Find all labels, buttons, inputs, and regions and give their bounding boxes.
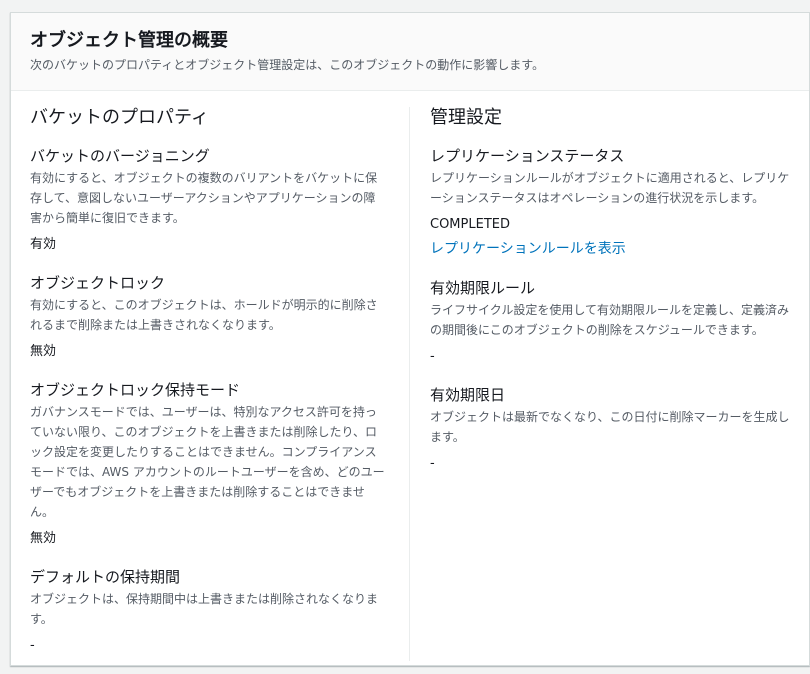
object-lock-value: 無効 xyxy=(30,344,57,359)
panel-header: オブジェクト管理の概要 次のバケットのプロパティとオブジェクト管理設定は、このオ… xyxy=(11,13,809,91)
expiration-date-label: 有効期限日 xyxy=(430,386,506,404)
management-settings-column: 管理設定 レプリケーションステータス レプリケーションルールがオブジェクトに適用… xyxy=(430,105,790,492)
object-lock-label: オブジェクトロック xyxy=(30,274,166,292)
replication-status-label: レプリケーションステータス xyxy=(430,147,625,165)
object-lock-retention-mode-property: オブジェクトロック保持モード ガバナンスモードでは、ユーザーは、特別なアクセス許… xyxy=(30,380,385,549)
object-lock-retention-mode-value: 無効 xyxy=(30,531,57,546)
object-lock-property: オブジェクトロック 有効にすると、このオブジェクトは、ホールドが明示的に削除され… xyxy=(30,273,385,362)
object-lock-retention-mode-label: オブジェクトロック保持モード xyxy=(30,381,241,399)
bucket-versioning-value: 有効 xyxy=(30,237,57,252)
object-lock-description: 有効にすると、このオブジェクトは、ホールドが明示的に削除されるまで削除または上書… xyxy=(30,298,378,332)
expiration-date-value: - xyxy=(430,456,435,471)
expiration-date-description: オブジェクトは最新でなくなり、この日付に削除マーカーを生成します。 xyxy=(430,410,790,444)
default-retention-period-label: デフォルトの保持期間 xyxy=(30,568,181,586)
management-settings-heading: 管理設定 xyxy=(430,107,502,128)
expiration-rule-property: 有効期限ルール ライフサイクル設定を使用して有効期限ルールを定義し、定義済みの期… xyxy=(430,278,790,367)
expiration-date-property: 有効期限日 オブジェクトは最新でなくなり、この日付に削除マーカーを生成します。 … xyxy=(430,385,790,474)
default-retention-period-value: - xyxy=(30,638,35,653)
replication-status-property: レプリケーションステータス レプリケーションルールがオブジェクトに適用されると、… xyxy=(430,146,790,260)
default-retention-period-description: オブジェクトは、保持期間中は上書きまたは削除されなくなります。 xyxy=(30,592,379,626)
column-divider xyxy=(409,107,410,661)
panel-description: 次のバケットのプロパティとオブジェクト管理設定は、このオブジェクトの動作に影響し… xyxy=(30,58,545,72)
panel-title: オブジェクト管理の概要 xyxy=(30,30,228,51)
bucket-versioning-label: バケットのバージョニング xyxy=(30,147,210,165)
replication-status-description: レプリケーションルールがオブジェクトに適用されると、レプリケーションステータスは… xyxy=(430,171,790,205)
default-retention-period-property: デフォルトの保持期間 オブジェクトは、保持期間中は上書きまたは削除されなくなりま… xyxy=(30,567,385,656)
replication-status-value: COMPLETED xyxy=(430,217,510,232)
view-replication-rules-link[interactable]: レプリケーションルールを表示 xyxy=(430,238,626,260)
bucket-properties-heading: バケットのプロパティ xyxy=(30,107,209,128)
panel-body: バケットのプロパティ バケットのバージョニング 有効にすると、オブジェクトの複数… xyxy=(11,91,809,665)
object-lock-retention-mode-description: ガバナンスモードでは、ユーザーは、特別なアクセス許可を持っていない限り、このオブ… xyxy=(30,405,385,519)
bucket-versioning-description: 有効にすると、オブジェクトの複数のバリアントをバケットに保存して、意図しないユー… xyxy=(30,171,378,225)
object-management-overview-panel: オブジェクト管理の概要 次のバケットのプロパティとオブジェクト管理設定は、このオ… xyxy=(10,12,810,666)
bucket-properties-column: バケットのプロパティ バケットのバージョニング 有効にすると、オブジェクトの複数… xyxy=(30,105,385,674)
expiration-rule-value: - xyxy=(430,349,435,364)
expiration-rule-label: 有効期限ルール xyxy=(430,279,536,297)
bucket-versioning-property: バケットのバージョニング 有効にすると、オブジェクトの複数のバリアントをバケット… xyxy=(30,146,385,255)
expiration-rule-description: ライフサイクル設定を使用して有効期限ルールを定義し、定義済みの期間後にこのオブジ… xyxy=(430,303,790,337)
